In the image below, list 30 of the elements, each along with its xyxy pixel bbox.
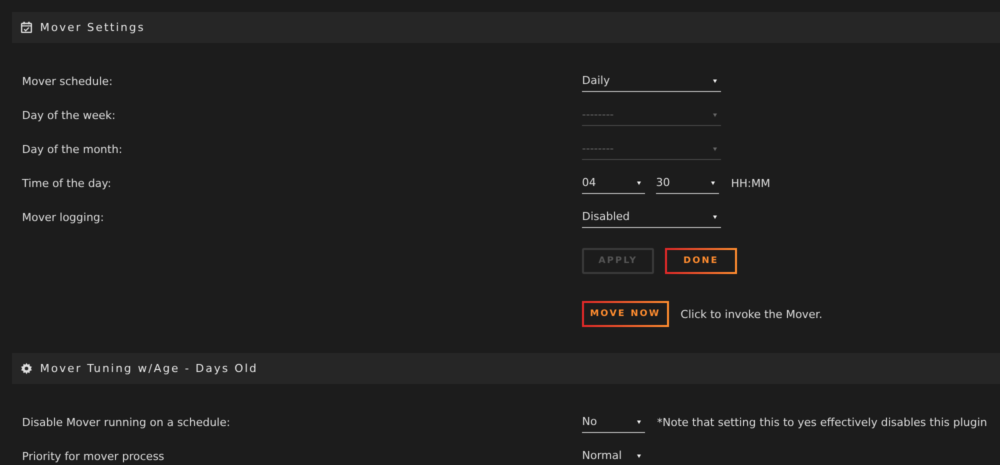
caret-icon [711, 110, 719, 118]
dropdown[interactable]: No [582, 411, 645, 433]
field-label: Disable Mover running on a schedule: [22, 416, 230, 428]
caret-icon [635, 418, 643, 426]
section-title: Mover Settings [40, 21, 146, 34]
dropdown[interactable]: Normal [582, 445, 645, 465]
field-label: Priority for mover process [22, 450, 164, 462]
dropdown[interactable]: Daily [582, 70, 721, 92]
field-label: Mover schedule: [22, 74, 113, 88]
field-label: Day of the week: [22, 108, 116, 122]
dropdown[interactable]: Disabled [582, 206, 721, 228]
caret-icon [709, 178, 717, 186]
dropdown[interactable]: 04 [582, 172, 645, 194]
caret-icon [711, 144, 719, 152]
section-title: Mover Tuning w/Age - Days Old [40, 362, 258, 375]
field-label: Time of the day: [22, 176, 112, 190]
hint-text: Click to invoke the Mover. [680, 308, 822, 320]
hint-text: HH:MM [731, 176, 770, 190]
caret-icon [711, 76, 719, 84]
field-label: Day of the month: [22, 142, 122, 156]
caret-icon [635, 178, 643, 186]
calendar-icon [20, 21, 33, 34]
action-button[interactable]: DONE [665, 248, 737, 274]
caret-icon [711, 212, 719, 220]
field-label: Mover logging: [22, 210, 104, 224]
hint-text: *Note that setting this to yes effectively disables this plugin [657, 416, 988, 428]
settings-icon [20, 362, 33, 375]
caret-icon [635, 452, 643, 460]
action-button[interactable]: MOVE NOW [582, 301, 669, 327]
dropdown[interactable]: 30 [656, 172, 719, 194]
